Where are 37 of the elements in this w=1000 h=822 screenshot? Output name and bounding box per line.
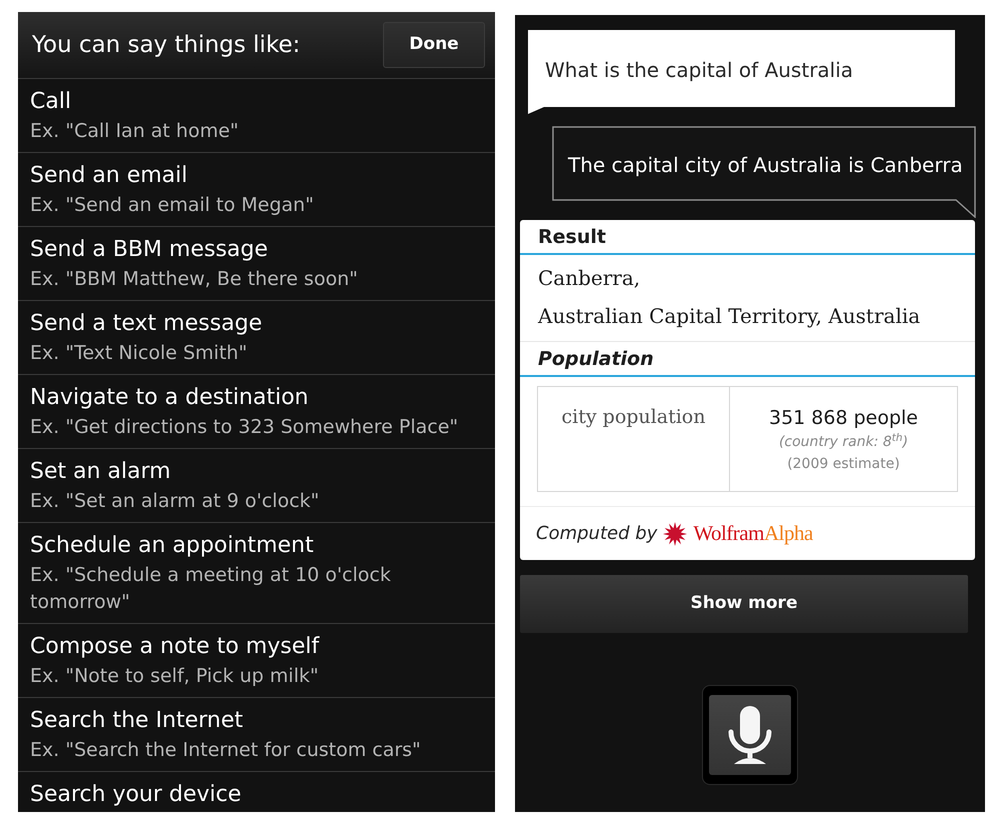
command-example: Ex. "BBM Matthew, Be there soon" bbox=[30, 267, 358, 292]
command-example: Ex. "Call Ian at home" bbox=[30, 119, 239, 144]
command-example: Ex. "Schedule a meeting at 10 o'clock tomorrow" bbox=[30, 563, 392, 615]
command-title: Send an email bbox=[30, 162, 188, 190]
command-title: Navigate to a destination bbox=[30, 384, 308, 412]
section-heading: Population bbox=[520, 341, 975, 377]
answer-text: The capital city of Australia is Canberra bbox=[568, 152, 963, 179]
cell-note: (2009 estimate) bbox=[787, 455, 900, 474]
command-example: Ex. "Get directions to 323 Somewhere Place" bbox=[30, 415, 458, 440]
starburst-icon bbox=[663, 522, 688, 546]
command-example: Ex. "Search the Internet for custom cars" bbox=[30, 738, 421, 763]
result-line: Canberra, bbox=[538, 265, 640, 292]
show-more-button[interactable]: Show more bbox=[520, 575, 968, 633]
command-title: Send a text message bbox=[30, 310, 262, 338]
command-example: Ex. "Text Nicole Smith" bbox=[30, 341, 248, 366]
cell-note: (country rank: 8$^{th}$) bbox=[778, 431, 908, 452]
result-line: Australian Capital Territory, Australia bbox=[538, 303, 920, 330]
microphone-button[interactable] bbox=[702, 685, 798, 785]
cell-label: city population bbox=[562, 405, 706, 430]
command-title: Send a BBM message bbox=[30, 236, 268, 264]
microphone-icon bbox=[728, 706, 772, 764]
command-title: Call bbox=[30, 88, 72, 116]
section-heading: Result bbox=[520, 220, 975, 255]
command-title: Set an alarm bbox=[30, 458, 171, 486]
panel-title: You can say things like: bbox=[32, 30, 300, 60]
command-title: Search your device bbox=[30, 781, 242, 809]
command-example: Ex. "Send an email to Megan" bbox=[30, 193, 314, 218]
command-title: Schedule an appointment bbox=[30, 532, 314, 560]
command-example: Ex. "Set an alarm at 9 o'clock" bbox=[30, 489, 320, 514]
command-title: Compose a note to myself bbox=[30, 633, 320, 661]
command-title: Search the Internet bbox=[30, 707, 244, 735]
computed-by-text: Computed by bbox=[536, 522, 658, 546]
cell-value: 351 868 people bbox=[768, 406, 918, 431]
command-example: Ex. "Note to self, Pick up milk" bbox=[30, 664, 319, 689]
question-text: What is the capital of Australia bbox=[545, 57, 854, 84]
wolfram-wordmark: WolframAlpha bbox=[693, 520, 813, 547]
done-button[interactable]: Done bbox=[383, 22, 485, 68]
